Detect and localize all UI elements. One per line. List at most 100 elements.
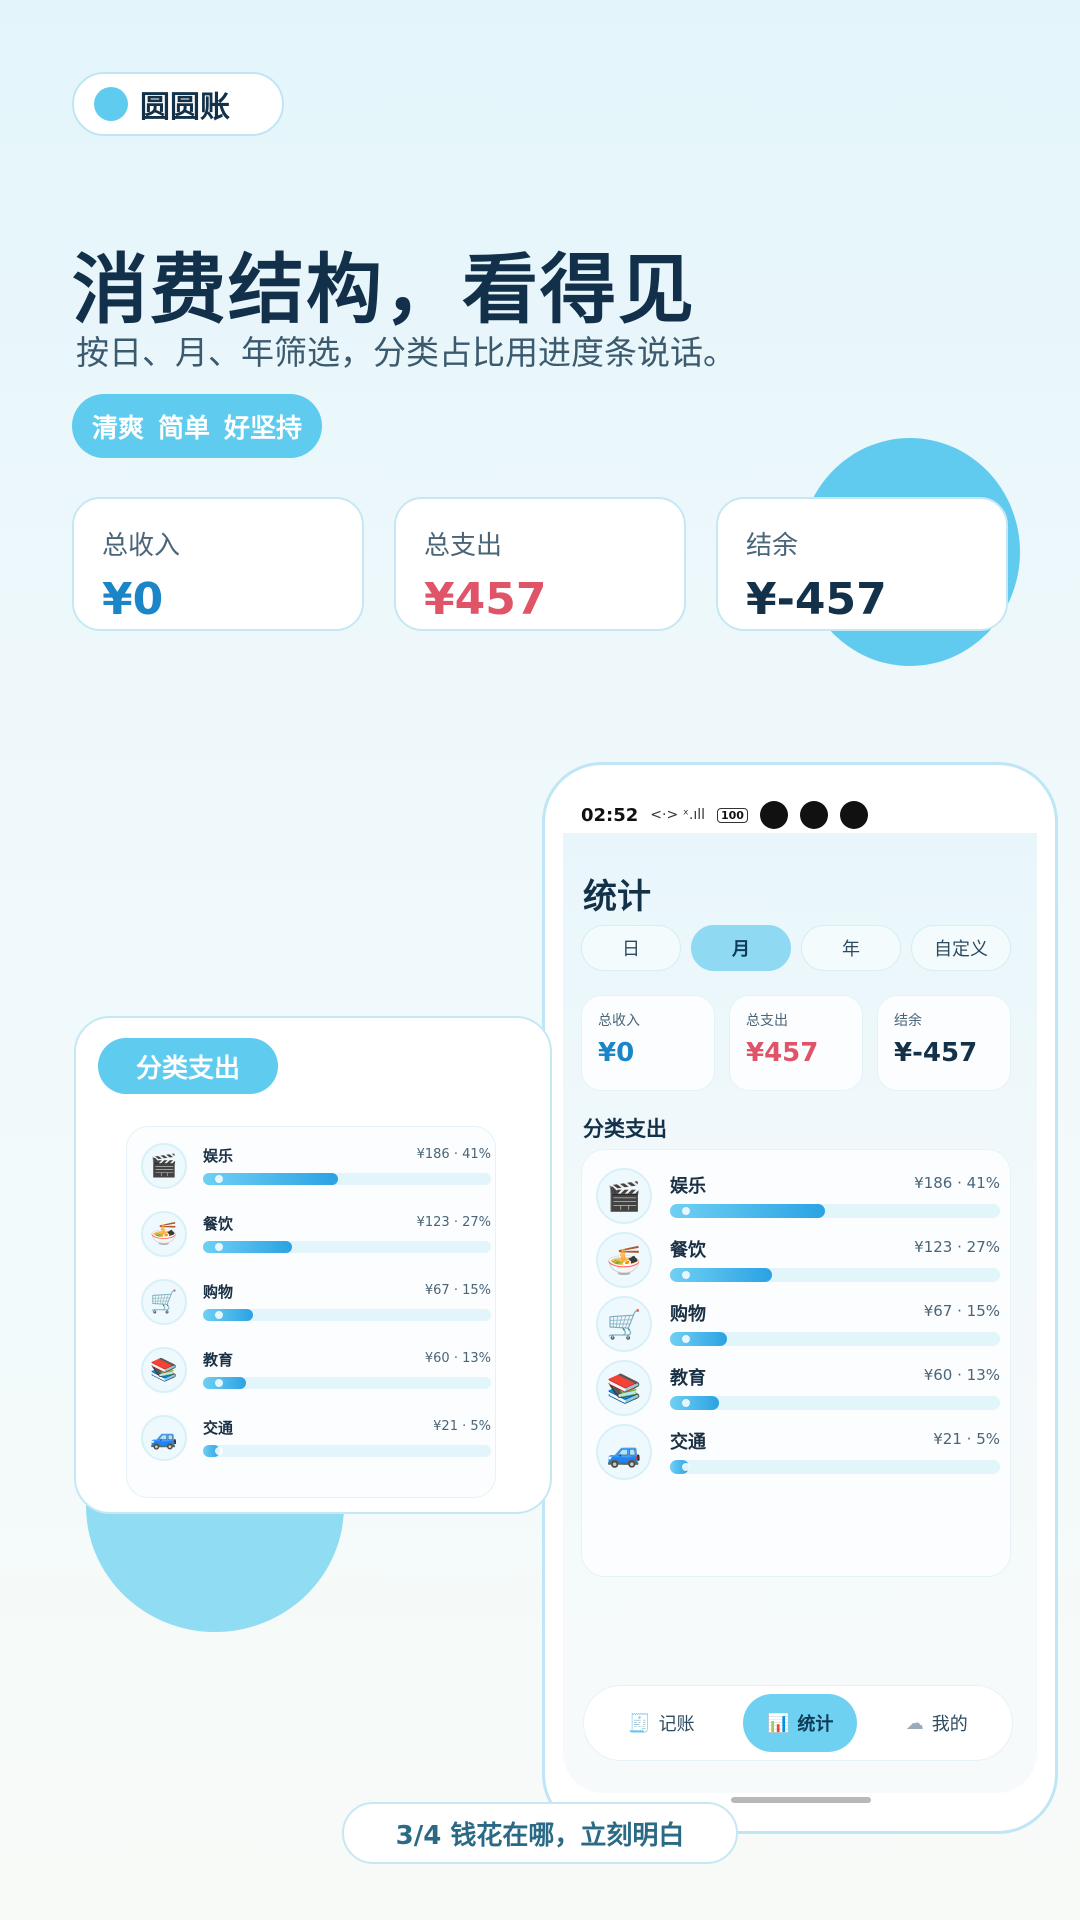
clapperboard-icon: 🎬 [596, 1168, 652, 1224]
shopping-cart-icon: 🛒 [596, 1296, 652, 1352]
progress-fill [670, 1268, 773, 1282]
progress-track [203, 1173, 491, 1185]
category-name: 购物 [670, 1304, 706, 1325]
receipt-icon: 🧾 [628, 1712, 651, 1734]
progress-track [670, 1460, 1000, 1474]
summary-label: 总支出 [424, 531, 503, 561]
tag: 好坚持 [224, 413, 303, 444]
category-amount: ¥21 · 5% [433, 1419, 491, 1434]
summary-label: 结余 [894, 1013, 922, 1029]
card-title-pill: 分类支出 [98, 1038, 278, 1094]
category-name: 教育 [670, 1368, 706, 1389]
section-title: 分类支出 [583, 1117, 667, 1141]
category-amount: ¥186 · 41% [914, 1174, 1000, 1192]
noodle-bowl-icon: 🍜 [596, 1232, 652, 1288]
category-list: 🎬 娱乐 ¥186 · 41% 🍜 餐饮 ¥123 · 27% 🛒 购物 ¥67… [581, 1149, 1011, 1577]
nav-item-profile[interactable]: ☁ 我的 [882, 1694, 992, 1752]
category-row[interactable]: 🍜 餐饮 ¥123 · 27% [596, 1232, 1000, 1296]
camera-cutout [759, 801, 788, 829]
summary-value: ¥-457 [894, 1038, 978, 1068]
category-name: 娱乐 [670, 1176, 706, 1197]
category-row[interactable]: 🚙 交通 ¥21 · 5% [596, 1424, 1000, 1488]
phone-mockup: 02:52 <·> ˣ.ıll 100 统计 日 月 年 自定义 总收入 ¥0 … [542, 762, 1058, 1834]
cloud-icon: ☁ [905, 1712, 924, 1734]
mini-summary-expense: 总支出 ¥457 [729, 995, 863, 1091]
category-row[interactable]: 🍜 餐饮 ¥123 · 27% [141, 1211, 491, 1267]
status-time: 02:52 [581, 804, 639, 826]
summary-label: 结余 [746, 531, 799, 561]
nav-label: 我的 [931, 1714, 968, 1735]
status-bar: 02:52 <·> ˣ.ıll 100 [581, 801, 868, 829]
app-screen: 统计 日 月 年 自定义 总收入 ¥0 总支出 ¥457 结余 ¥-457 分类… [563, 833, 1037, 1793]
brand-name: 圆圆账 [140, 90, 230, 125]
progress-track [203, 1377, 491, 1389]
summary-value: ¥457 [746, 1038, 819, 1068]
tab-custom[interactable]: 自定义 [911, 925, 1011, 971]
summary-value: ¥457 [424, 574, 547, 625]
category-name: 教育 [203, 1351, 234, 1369]
category-name: 娱乐 [203, 1147, 234, 1165]
tag: 清爽 [91, 413, 144, 444]
category-row[interactable]: 📚 教育 ¥60 · 13% [141, 1347, 491, 1403]
period-tabs: 日 月 年 自定义 [581, 925, 1011, 971]
progress-track [670, 1204, 1000, 1218]
tag: 简单 [157, 413, 210, 444]
progress-fill [670, 1204, 826, 1218]
summary-value: ¥-457 [746, 574, 887, 625]
nav-label: 统计 [797, 1714, 834, 1735]
progress-track [203, 1445, 491, 1457]
brand-dot-icon [94, 87, 128, 121]
summary-value: ¥0 [102, 574, 164, 625]
nav-item-stats[interactable]: 📊 统计 [742, 1694, 858, 1752]
books-icon: 📚 [596, 1360, 652, 1416]
category-row[interactable]: 🛒 购物 ¥67 · 15% [596, 1296, 1000, 1360]
progress-track [203, 1309, 491, 1321]
mini-summary-income: 总收入 ¥0 [581, 995, 715, 1091]
summary-label: 总收入 [598, 1013, 640, 1029]
category-amount: ¥60 · 13% [424, 1351, 491, 1366]
summary-card-income: 总收入 ¥0 [72, 497, 364, 631]
headline: 消费结构，看得见 [72, 245, 696, 334]
tab-year[interactable]: 年 [801, 925, 901, 971]
category-row[interactable]: 🎬 娱乐 ¥186 · 41% [141, 1143, 491, 1199]
progress-fill [670, 1460, 690, 1474]
progress-fill [203, 1309, 253, 1321]
tab-day[interactable]: 日 [581, 925, 681, 971]
category-list: 🎬 娱乐 ¥186 · 41% 🍜 餐饮 ¥123 · 27% 🛒 购物 ¥67… [126, 1126, 496, 1498]
summary-value: ¥0 [598, 1038, 635, 1068]
car-icon: 🚙 [141, 1415, 187, 1461]
bottom-nav: 🧾 记账 📊 统计 ☁ 我的 [583, 1685, 1013, 1761]
home-indicator [731, 1797, 871, 1803]
subheadline: 按日、月、年筛选，分类占比用进度条说话。 [76, 333, 736, 372]
progress-fill [670, 1332, 727, 1346]
category-name: 购物 [203, 1283, 234, 1301]
tab-month[interactable]: 月 [691, 925, 791, 971]
floating-category-card: 分类支出 🎬 娱乐 ¥186 · 41% 🍜 餐饮 ¥123 · 27% 🛒 购… [74, 1016, 552, 1514]
progress-track [670, 1396, 1000, 1410]
category-row[interactable]: 📚 教育 ¥60 · 13% [596, 1360, 1000, 1424]
battery-icon: 100 [717, 807, 748, 823]
summary-card-balance: 结余 ¥-457 [716, 497, 1008, 631]
nav-item-record[interactable]: 🧾 记账 [604, 1694, 718, 1752]
bar-chart-icon: 📊 [766, 1712, 790, 1734]
category-amount: ¥123 · 27% [914, 1238, 1000, 1256]
page-title: 统计 [583, 877, 651, 917]
category-amount: ¥60 · 13% [923, 1366, 1000, 1384]
category-name: 餐饮 [203, 1215, 234, 1233]
books-icon: 📚 [141, 1347, 187, 1393]
camera-cutout [839, 801, 868, 829]
category-name: 餐饮 [670, 1240, 706, 1261]
category-row[interactable]: 🚙 交通 ¥21 · 5% [141, 1415, 491, 1471]
shopping-cart-icon: 🛒 [141, 1279, 187, 1325]
car-icon: 🚙 [596, 1424, 652, 1480]
page-indicator: 3/4 钱花在哪，立刻明白 [342, 1802, 738, 1864]
category-row[interactable]: 🎬 娱乐 ¥186 · 41% [596, 1168, 1000, 1232]
mini-summary-balance: 结余 ¥-457 [877, 995, 1011, 1091]
category-amount: ¥123 · 27% [416, 1215, 491, 1230]
brand-pill: 圆圆账 [72, 72, 284, 136]
progress-track [670, 1268, 1000, 1282]
progress-fill [203, 1445, 223, 1457]
progress-track [203, 1241, 491, 1253]
progress-fill [203, 1173, 339, 1185]
category-row[interactable]: 🛒 购物 ¥67 · 15% [141, 1279, 491, 1335]
